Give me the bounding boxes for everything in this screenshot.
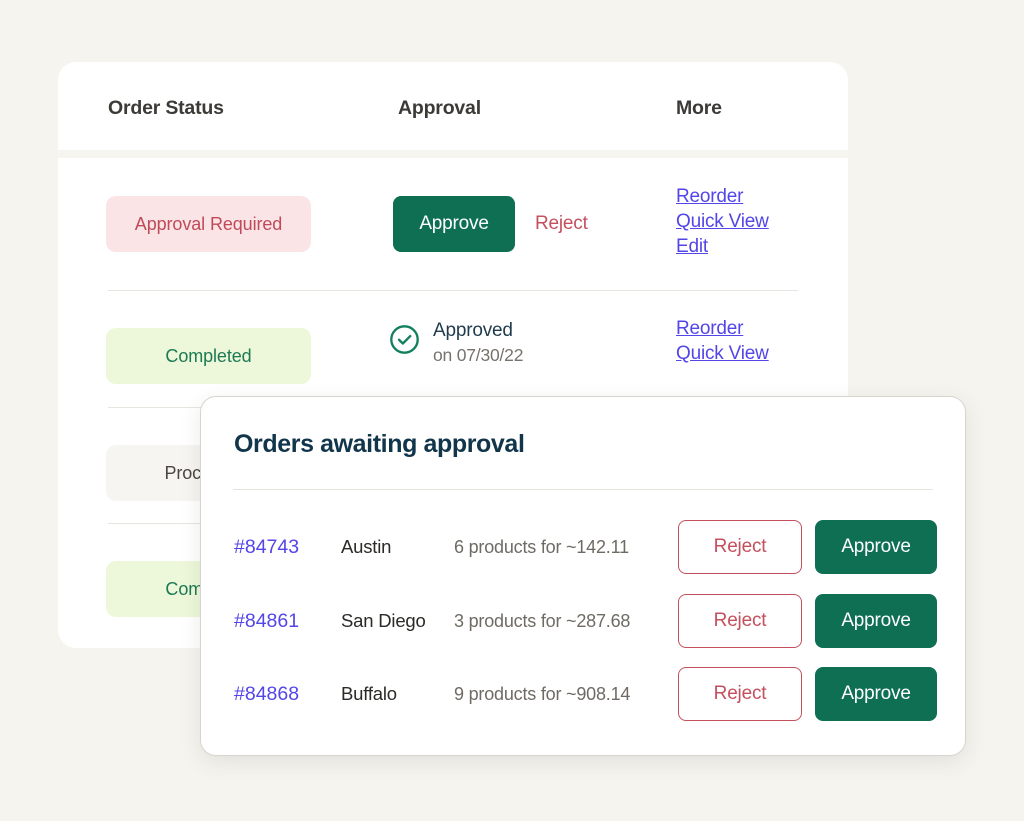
modal-title: Orders awaiting approval — [234, 430, 525, 459]
order-summary: 6 products for ~142.11 — [454, 537, 629, 558]
link-reorder[interactable]: Reorder — [676, 318, 743, 340]
table-row: Approval Required Approve Reject Reorder… — [58, 158, 848, 290]
approved-status-group: Approved on 07/30/22 — [388, 320, 523, 366]
column-header-approval: Approval — [398, 97, 481, 120]
row-divider — [108, 290, 798, 291]
more-links-group: Reorder Quick View Edit — [676, 186, 769, 258]
order-summary: 3 products for ~287.68 — [454, 611, 630, 632]
orders-awaiting-approval-modal: Orders awaiting approval #84743 Austin 6… — [200, 396, 966, 756]
reject-button[interactable]: Reject — [678, 594, 802, 648]
link-reorder[interactable]: Reorder — [676, 186, 743, 208]
order-city: San Diego — [341, 610, 426, 632]
header-separator — [58, 150, 848, 158]
list-item: #84743 Austin 6 products for ~142.11 Rej… — [201, 512, 967, 586]
reject-button[interactable]: Reject — [678, 667, 802, 721]
approved-date: on 07/30/22 — [433, 345, 523, 366]
order-summary: 9 products for ~908.14 — [454, 684, 630, 705]
approve-button[interactable]: Approve — [815, 594, 937, 648]
order-city: Austin — [341, 536, 391, 558]
order-id-link[interactable]: #84868 — [234, 683, 299, 706]
approve-button[interactable]: Approve — [815, 520, 937, 574]
list-item: #84868 Buffalo 9 products for ~908.14 Re… — [201, 659, 967, 733]
link-edit[interactable]: Edit — [676, 236, 708, 258]
more-links-group: Reorder Quick View — [676, 318, 769, 365]
status-badge: Approval Required — [106, 196, 311, 252]
link-quick-view[interactable]: Quick View — [676, 343, 769, 365]
column-header-more: More — [676, 97, 722, 120]
status-badge: Completed — [106, 328, 311, 384]
approve-button[interactable]: Approve — [393, 196, 515, 252]
approved-label: Approved — [433, 320, 523, 342]
order-id-link[interactable]: #84743 — [234, 536, 299, 559]
page-canvas: Order Status Approval More Approval Requ… — [0, 0, 1024, 821]
order-id-link[interactable]: #84861 — [234, 610, 299, 633]
reject-button[interactable]: Reject — [678, 520, 802, 574]
reject-button[interactable]: Reject — [535, 196, 588, 252]
circle-check-icon — [388, 323, 421, 356]
column-header-order-status: Order Status — [108, 97, 224, 120]
orders-table-header: Order Status Approval More — [58, 62, 848, 150]
link-quick-view[interactable]: Quick View — [676, 211, 769, 233]
order-city: Buffalo — [341, 683, 397, 705]
approve-button[interactable]: Approve — [815, 667, 937, 721]
modal-divider — [233, 489, 933, 490]
list-item: #84861 San Diego 3 products for ~287.68 … — [201, 586, 967, 660]
